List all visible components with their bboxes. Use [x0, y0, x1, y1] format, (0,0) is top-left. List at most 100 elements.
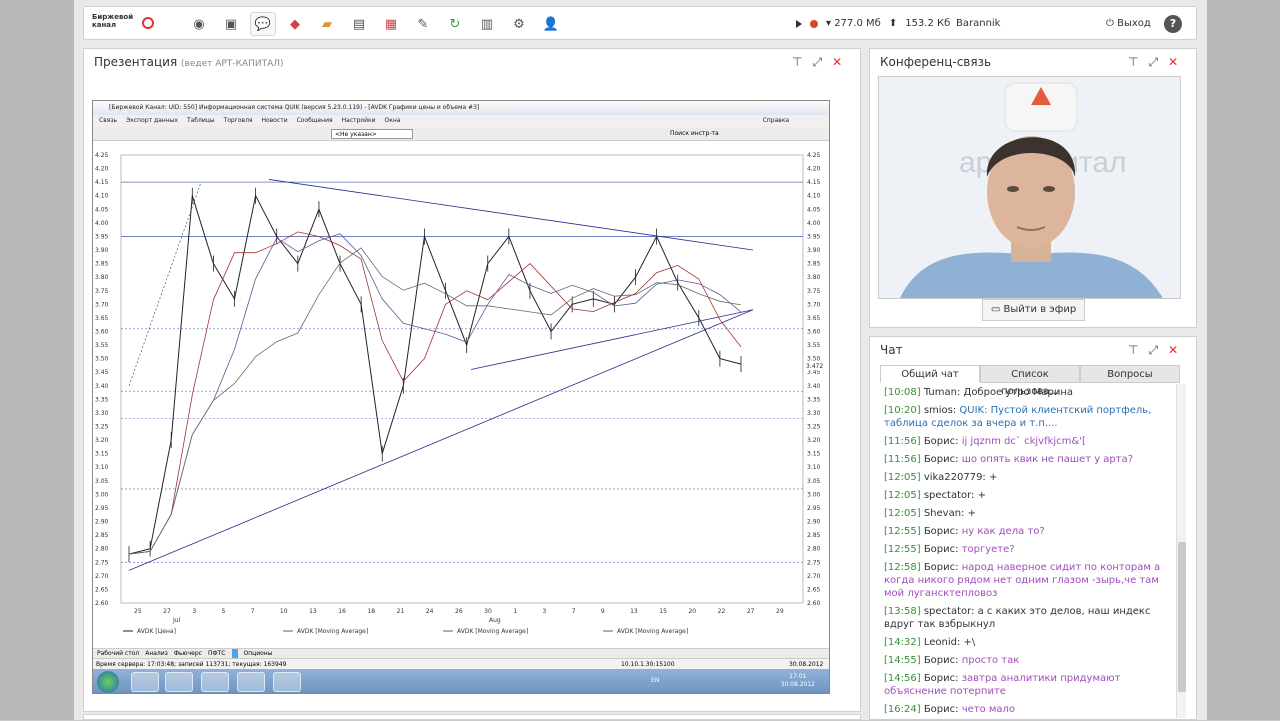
y-tick-label: 4.20: [95, 166, 109, 173]
folder-icon[interactable]: ▰: [314, 12, 340, 36]
x-tick-label: 9: [601, 608, 605, 615]
start-button[interactable]: [97, 671, 119, 693]
gear-icon[interactable]: ⚙: [506, 12, 532, 36]
tab-futures[interactable]: Фьючерс: [174, 649, 202, 658]
tab-user-list[interactable]: Список пользова...: [980, 365, 1080, 397]
message-text: просто так: [961, 655, 1020, 666]
instrument-combo[interactable]: <Не указан>: [331, 129, 413, 139]
tab-desktop[interactable]: Рабочий стол: [97, 649, 139, 658]
x-tick-label: 21: [397, 608, 405, 615]
onair-label: Выйти в эфир: [1003, 304, 1077, 315]
menu-item[interactable]: Связь: [99, 115, 117, 127]
username: Barannik: [956, 18, 1001, 29]
share-icon[interactable]: ◆: [282, 12, 308, 36]
x-tick-label: 24: [426, 608, 434, 615]
document-icon[interactable]: ▤: [346, 12, 372, 36]
quik-toolbar: <Не указан> Поиск инстр-та: [93, 127, 829, 141]
message-text: Доброе утро Марина: [963, 387, 1074, 398]
play-icon[interactable]: [796, 19, 802, 28]
go-on-air-button[interactable]: ▭ Выйти в эфир: [982, 299, 1085, 321]
left-margin: [0, 0, 74, 720]
tab-analysis[interactable]: Анализ: [145, 649, 168, 658]
tab-active[interactable]: [231, 649, 238, 658]
tab-general-chat[interactable]: Общий чат: [880, 365, 980, 383]
y-tick-label: 4.05: [807, 206, 821, 213]
exit-button[interactable]: ⏻ Выход: [1106, 18, 1151, 29]
upload-arrow-icon: ⬆: [888, 18, 898, 29]
message-text: ну как дела то?: [961, 526, 1045, 537]
menu-item[interactable]: Новости: [262, 115, 288, 127]
ie-icon[interactable]: [131, 672, 159, 692]
user-icon[interactable]: ◉: [186, 12, 212, 36]
y-tick-label: 4.25: [95, 152, 109, 159]
y-tick-label: 2.65: [95, 586, 109, 593]
refresh-icon[interactable]: ↻: [442, 12, 468, 36]
menu-item[interactable]: Окна: [385, 115, 401, 127]
y-tick-label: 3.00: [95, 491, 109, 498]
x-tick-label: 13: [309, 608, 317, 615]
y-tick-label: 3.20: [95, 437, 109, 444]
chat-message: [11:56] Борис: шо опять квик не пашет у …: [884, 453, 1174, 466]
close-icon[interactable]: ✕: [1168, 343, 1178, 358]
x-tick-label: 25: [134, 608, 142, 615]
search-label: Поиск инстр-та: [670, 130, 719, 137]
menu-item[interactable]: Настройки: [342, 115, 376, 127]
tab-options[interactable]: Опционы: [244, 649, 273, 658]
quik-icon[interactable]: [237, 672, 265, 692]
edit-icon[interactable]: ✎: [410, 12, 436, 36]
folder-icon[interactable]: [165, 672, 193, 692]
pin-icon[interactable]: ⊤: [792, 55, 802, 70]
chat-messages: [10:08] Tuman: Доброе утро Марина [10:20]…: [884, 386, 1174, 721]
clock: 17:01 30.08.2012: [781, 673, 815, 689]
logo: Биржевой канал: [92, 13, 158, 35]
language-indicator[interactable]: EN: [651, 677, 659, 684]
status-left: Время сервера: 17:03:48; записей 113731;…: [96, 661, 287, 668]
y-tick-label: 2.65: [807, 586, 821, 593]
chrome-icon[interactable]: [201, 672, 229, 692]
x-tick-label: 26: [455, 608, 463, 615]
chat-tabs: Общий чат Список пользова... Вопросы: [880, 365, 1180, 397]
menu-item[interactable]: Сообщения: [297, 115, 333, 127]
chat-message: [11:56] Борис: ij jqznm dc` ckjvfkjcm&'[: [884, 435, 1174, 448]
expand-icon[interactable]: ⤢: [812, 55, 822, 70]
scrollbar-thumb[interactable]: [1178, 542, 1186, 692]
quik-icon-2[interactable]: [273, 672, 301, 692]
tab-pfts[interactable]: ПФТС: [208, 649, 226, 658]
close-icon[interactable]: ✕: [832, 55, 842, 70]
x-tick-label: 16: [338, 608, 346, 615]
exit-label: Выход: [1117, 18, 1151, 29]
panel-title: Презентация: [94, 55, 178, 69]
y-tick-label: 3.15: [807, 451, 821, 458]
chat-message: [10:20] smios: QUIK: Пустой клиентский п…: [884, 404, 1174, 430]
chat-message: [12:05] vika220779: +: [884, 471, 1174, 484]
presentation-icon[interactable]: ▣: [218, 12, 244, 36]
pin-icon[interactable]: ⊤: [1128, 55, 1138, 70]
chat-message: [14:55] Борис: просто так: [884, 654, 1174, 667]
layout-icon[interactable]: ▥: [474, 12, 500, 36]
message-author: smios:: [923, 405, 960, 416]
y-tick-label: 3.45: [95, 369, 109, 376]
help-icon[interactable]: ?: [1164, 15, 1182, 33]
x-tick-label: 5: [222, 608, 226, 615]
top-toolbar: Биржевой канал ◉ ▣ 💬 ◆ ▰ ▤ ▦ ✎ ↻ ▥ ⚙ 👤 ▾…: [83, 6, 1197, 40]
tab-questions[interactable]: Вопросы: [1080, 365, 1180, 383]
message-text: +\: [963, 637, 976, 648]
pin-icon[interactable]: ⊤: [1128, 343, 1138, 358]
x-tick-label: 13: [630, 608, 638, 615]
menu-item[interactable]: Торговля: [224, 115, 253, 127]
chat-bubble-icon[interactable]: 💬: [250, 12, 276, 36]
menu-item-help[interactable]: Справка: [763, 115, 789, 127]
expand-icon[interactable]: ⤢: [1148, 343, 1158, 358]
menu-item[interactable]: Таблицы: [187, 115, 215, 127]
add-user-icon[interactable]: 👤: [538, 12, 564, 36]
x-tick-label: 15: [659, 608, 667, 615]
menu-item[interactable]: Экспорт данных: [126, 115, 178, 127]
close-icon[interactable]: ✕: [1168, 55, 1178, 70]
expand-icon[interactable]: ⤢: [1148, 55, 1158, 70]
y-tick-label: 3.20: [807, 437, 821, 444]
record-icon[interactable]: [810, 19, 818, 28]
y-tick-label: 3.85: [807, 261, 821, 268]
message-author: Борис:: [923, 454, 962, 465]
chat-scrollbar[interactable]: [1176, 384, 1186, 718]
mixer-icon[interactable]: ▦: [378, 12, 404, 36]
